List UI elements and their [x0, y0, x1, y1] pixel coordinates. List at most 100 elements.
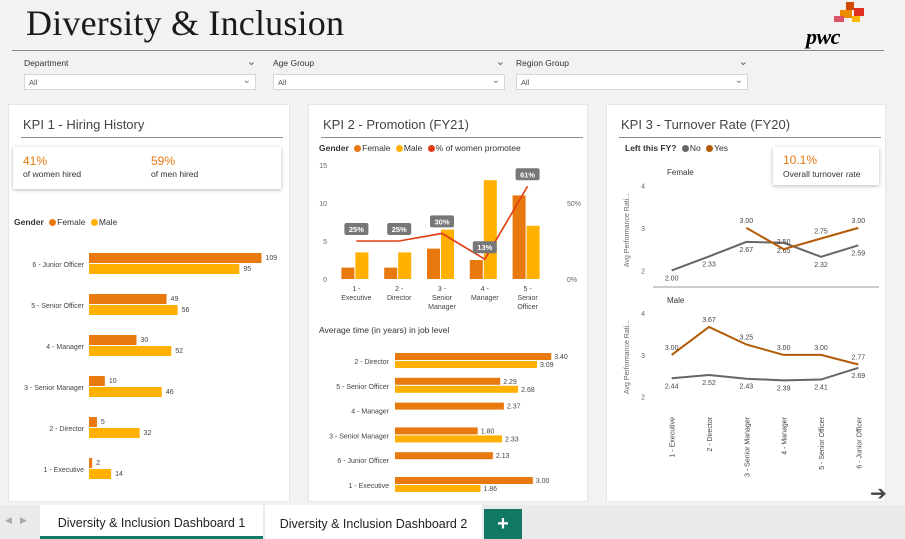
- hiring-kpi-card[interactable]: 41% of women hired 59% of men hired: [13, 147, 281, 189]
- department-slicer[interactable]: Department ⌄ All ⌄: [24, 56, 256, 92]
- no-dot-icon: [681, 145, 689, 152]
- data-label: 52: [175, 348, 183, 355]
- bar-male: [395, 485, 481, 492]
- tab-dashboard-1[interactable]: Diversity & Inclusion Dashboard 1: [40, 505, 263, 539]
- data-label: 2.32: [814, 262, 828, 269]
- bar-female: [395, 353, 552, 360]
- data-label: 46: [166, 389, 174, 396]
- x-tick-label: 5 -: [524, 286, 533, 293]
- age-group-dropdown[interactable]: All ⌄: [273, 74, 505, 90]
- data-label: 2: [96, 460, 100, 467]
- data-label: 2.44: [665, 383, 679, 390]
- chevron-down-icon[interactable]: ⌄: [739, 55, 748, 68]
- data-label: 30: [140, 337, 148, 344]
- data-label: 2.52: [702, 380, 716, 387]
- data-label: 2.39: [777, 385, 791, 392]
- data-label: 3.00: [814, 345, 828, 352]
- department-dropdown[interactable]: All ⌄: [24, 74, 256, 90]
- tab-prev-icon[interactable]: ◀: [5, 515, 12, 526]
- bar-female: [89, 335, 137, 345]
- female-dot-icon: [354, 145, 362, 152]
- data-label: 1.86: [483, 486, 497, 493]
- arrow-right-icon[interactable]: ➔: [870, 481, 887, 506]
- legend-male[interactable]: Male: [404, 143, 422, 153]
- x-tick-label: 2 - Director: [707, 416, 714, 451]
- y-tick-label: 15: [319, 163, 327, 170]
- chevron-down-icon[interactable]: ⌄: [247, 55, 256, 68]
- x-tick-label: Manager: [471, 295, 499, 302]
- y2-tick-label: 50%: [567, 201, 581, 208]
- data-label: 2.00: [665, 275, 679, 282]
- add-page-button[interactable]: +: [484, 509, 522, 539]
- bar-male: [398, 252, 412, 279]
- region-group-dropdown[interactable]: All ⌄: [516, 74, 748, 90]
- bar-female: [341, 267, 355, 279]
- data-label: 3.67: [702, 317, 716, 324]
- legend-no[interactable]: No: [690, 143, 701, 153]
- data-label: 32: [144, 430, 152, 437]
- bar-male: [89, 387, 162, 397]
- bar-male: [89, 264, 240, 274]
- bar-female: [395, 377, 501, 385]
- x-tick-label: 4 -: [481, 286, 490, 293]
- y-tick-label: 4 - Manager: [351, 409, 389, 416]
- legend-yes[interactable]: Yes: [714, 143, 728, 153]
- chevron-down-icon[interactable]: ⌄: [496, 55, 505, 68]
- bar-male: [526, 225, 540, 279]
- y-tick-label: 3 - Senior Manager: [24, 385, 85, 392]
- hiring-legend: Gender Female Male: [14, 217, 117, 227]
- turnover-legend: Left this FY? No Yes: [625, 143, 728, 153]
- region-group-selected-value: All: [521, 78, 530, 87]
- avg-time-title: Average time (in years) in job level: [319, 325, 450, 335]
- region-group-slicer-label: Region Group: [516, 58, 569, 68]
- data-label: 2.43: [740, 384, 754, 391]
- age-group-slicer[interactable]: Age Group ⌄ All ⌄: [273, 56, 505, 92]
- bar-female: [89, 294, 167, 304]
- promotee-dot-icon: [427, 145, 435, 152]
- data-label: 3.00: [665, 345, 679, 352]
- legend-female[interactable]: Female: [362, 143, 390, 153]
- data-label: 1.80: [481, 428, 495, 435]
- pwc-logo-text: pwc: [806, 24, 840, 49]
- data-label: 2.13: [496, 453, 510, 460]
- chevron-down-icon: ⌄: [491, 75, 500, 86]
- line-yes: [745, 226, 859, 251]
- x-tick-label: Executive: [341, 295, 371, 302]
- data-label: 3.00: [777, 345, 791, 352]
- data-label: 10: [109, 378, 117, 385]
- tab-next-icon[interactable]: ▶: [20, 515, 27, 526]
- y-tick-label: 2: [641, 268, 645, 275]
- bar-female: [395, 452, 493, 460]
- x-tick-label: 1 -: [352, 286, 361, 293]
- y-axis-title: Avg Performance Rati...: [624, 193, 631, 267]
- data-label: 2.29: [503, 379, 517, 386]
- male-dot-icon: [395, 145, 403, 152]
- legend-female[interactable]: Female: [57, 217, 85, 227]
- department-slicer-label: Department: [24, 58, 69, 68]
- data-label: 2.33: [702, 261, 716, 268]
- facet-label-female: Female: [667, 168, 694, 177]
- data-label: 2.69: [852, 373, 866, 380]
- data-label: 2.75: [814, 229, 828, 236]
- yes-dot-icon: [706, 145, 714, 152]
- age-group-slicer-label: Age Group: [273, 58, 315, 68]
- page-title: Diversity & Inclusion: [26, 3, 345, 43]
- kpi3-title: KPI 3 - Turnover Rate (FY20): [621, 117, 791, 132]
- x-tick-label: 6 - Junior Officer: [856, 416, 863, 468]
- data-label: 3.40: [554, 354, 568, 361]
- y-tick-label: 4: [641, 183, 645, 190]
- x-tick-label: 3 -: [438, 286, 447, 293]
- y-tick-label: 4 - Manager: [46, 344, 84, 351]
- legend-male[interactable]: Male: [99, 217, 117, 227]
- department-selected-value: All: [29, 78, 38, 87]
- report-canvas: Diversity & Inclusion pwc Department ⌄ A…: [0, 0, 905, 505]
- line-no: [671, 240, 859, 272]
- y-tick-label: 1 - Executive: [349, 483, 390, 490]
- tab-dashboard-2[interactable]: Diversity & Inclusion Dashboard 2: [265, 505, 482, 539]
- female-dot-icon: [49, 219, 57, 226]
- legend-promotee[interactable]: % of women promotee: [436, 143, 521, 153]
- bar-female: [89, 376, 105, 386]
- y-tick-label: 5 - Senior Officer: [31, 303, 84, 310]
- bar-male: [395, 435, 503, 443]
- region-group-slicer[interactable]: Region Group ⌄ All ⌄: [516, 56, 748, 92]
